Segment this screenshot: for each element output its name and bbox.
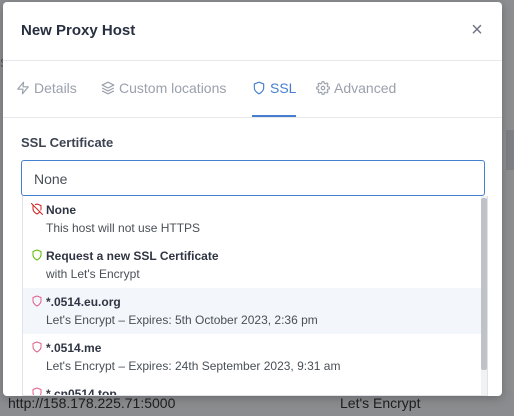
background-url: http://158.178.225.71:5000: [8, 395, 176, 411]
ssl-certificate-dropdown: None This host will not use HTTPS Reques…: [22, 196, 488, 396]
tab-bar: Details Custom locations SSL Advanced: [3, 61, 502, 118]
layers-icon: [101, 81, 115, 95]
option-title: *.0514.eu.org: [46, 295, 121, 309]
tab-label: SSL: [270, 80, 297, 96]
option-subtitle: Let's Encrypt – Expires: 24th September …: [46, 359, 341, 373]
option-certificate-cn0514-top[interactable]: *.cn0514.top: [23, 380, 482, 396]
option-request-new-certificate[interactable]: Request a new SSL Certificate with Let's…: [23, 242, 482, 288]
modal-header: New Proxy Host ×: [3, 2, 502, 61]
gear-icon: [316, 81, 330, 95]
option-subtitle: Let's Encrypt – Expires: 5th October 202…: [46, 313, 318, 327]
tab-label: Advanced: [334, 80, 397, 96]
scrollbar-thumb[interactable]: [481, 198, 487, 370]
option-title: Request a new SSL Certificate: [46, 249, 219, 263]
shield-icon: [32, 387, 42, 395]
shield-icon: [32, 249, 42, 261]
tab-advanced[interactable]: Advanced: [316, 80, 396, 116]
option-none[interactable]: None This host will not use HTTPS: [23, 196, 482, 242]
tab-label: Details: [34, 80, 77, 96]
new-proxy-host-modal: New Proxy Host × Details Custom location…: [3, 2, 502, 396]
tab-details[interactable]: Details: [16, 80, 77, 116]
tab-custom-locations[interactable]: Custom locations: [101, 80, 226, 116]
close-button[interactable]: ×: [469, 20, 485, 40]
option-title: *.0514.me: [46, 341, 102, 355]
modal-title: New Proxy Host: [21, 22, 136, 39]
tab-label: Custom locations: [119, 80, 227, 96]
shield-off-icon: [31, 203, 43, 215]
option-title: *.cn0514.top: [46, 387, 117, 396]
tab-ssl[interactable]: SSL: [252, 80, 297, 117]
bolt-icon: [17, 81, 29, 95]
shield-icon: [32, 295, 42, 307]
dropdown-scrollbar[interactable]: [481, 196, 487, 395]
option-subtitle: This host will not use HTTPS: [46, 221, 201, 235]
background-fragment-right: [506, 130, 514, 170]
option-certificate-0514-me[interactable]: *.0514.me Let's Encrypt – Expires: 24th …: [23, 334, 482, 380]
option-subtitle: with Let's Encrypt: [46, 267, 140, 281]
ssl-certificate-select[interactable]: None: [21, 160, 485, 196]
shield-icon: [253, 81, 265, 95]
option-certificate-0514-eu-org[interactable]: *.0514.eu.org Let's Encrypt – Expires: 5…: [23, 288, 482, 334]
option-title: None: [46, 203, 76, 217]
ssl-certificate-label: SSL Certificate: [21, 135, 114, 150]
background-ssl: Let's Encrypt: [340, 395, 421, 411]
shield-icon: [32, 341, 42, 353]
